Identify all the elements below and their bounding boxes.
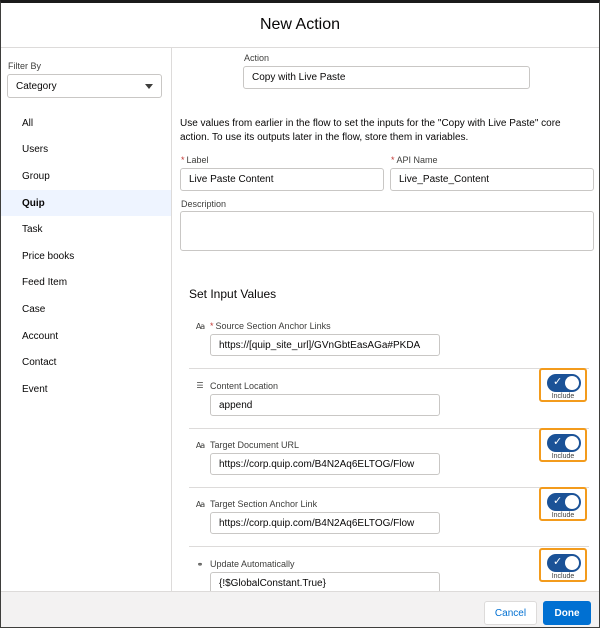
target-document-url-input[interactable]: https://corp.quip.com/B4N2Aq6ELTOG/Flow xyxy=(210,453,440,475)
category-sidebar: Filter By Category All Users Group Quip … xyxy=(1,48,172,591)
content-location-input[interactable]: append xyxy=(210,394,440,416)
api-name-input[interactable]: Live_Paste_Content xyxy=(390,168,594,191)
include-toggle-target-section-anchor-link[interactable]: ✓ Include xyxy=(539,487,587,521)
input-label-target-section-anchor-link: Target Section Anchor Link xyxy=(210,499,318,509)
toggle-knob xyxy=(565,376,579,390)
category-item-quip[interactable]: Quip xyxy=(1,189,171,217)
include-label: Include xyxy=(551,512,575,519)
category-item-case[interactable]: Case xyxy=(1,296,171,323)
action-field[interactable]: Copy with Live Paste xyxy=(243,66,530,89)
checkmark-icon: ✓ xyxy=(553,435,563,448)
action-label: Action xyxy=(244,53,270,63)
update-automatically-input[interactable]: {!$GlobalConstant.True} xyxy=(210,572,440,591)
input-label-source-section-anchor-links: * Source Section Anchor Links xyxy=(210,321,331,331)
category-item-account[interactable]: Account xyxy=(1,323,171,350)
filter-by-label: Filter By xyxy=(8,61,42,71)
done-button[interactable]: Done xyxy=(543,601,591,625)
category-item-group[interactable]: Group xyxy=(1,163,171,190)
required-marker: * xyxy=(181,155,185,165)
include-label: Include xyxy=(551,393,575,400)
include-label: Include xyxy=(551,453,575,460)
filter-select-value: Category xyxy=(16,80,57,92)
text-type-icon: Aa xyxy=(195,499,205,509)
label-input[interactable]: Live Paste Content xyxy=(180,168,384,191)
row-divider xyxy=(189,487,589,488)
toggle-switch[interactable]: ✓ xyxy=(547,434,581,452)
required-marker: * xyxy=(210,321,214,331)
category-item-feed-item[interactable]: Feed Item xyxy=(1,270,171,297)
checkmark-icon: ✓ xyxy=(553,375,563,388)
cancel-button[interactable]: Cancel xyxy=(484,601,537,625)
label-field-label: * Label xyxy=(181,155,209,165)
description-textarea[interactable] xyxy=(180,211,594,251)
api-name-label-text: API Name xyxy=(396,155,438,165)
toggle-switch[interactable]: ✓ xyxy=(547,374,581,392)
boolean-icon: ⚭ xyxy=(196,559,204,569)
toggle-knob xyxy=(565,436,579,450)
toggle-switch[interactable]: ✓ xyxy=(547,554,581,572)
row-divider xyxy=(189,428,589,429)
input-label-update-automatically: Update Automatically xyxy=(210,559,295,569)
include-label: Include xyxy=(551,573,575,580)
category-list: All Users Group Quip Task Price books Fe… xyxy=(1,110,171,403)
include-toggle-update-automatically[interactable]: ✓ Include xyxy=(539,548,587,582)
required-marker: * xyxy=(391,155,395,165)
instructions-text: Use values from earlier in the flow to s… xyxy=(180,118,561,143)
include-toggle-content-location[interactable]: ✓ Include xyxy=(539,368,587,402)
include-toggle-target-document-url[interactable]: ✓ Include xyxy=(539,428,587,462)
category-item-price-books[interactable]: Price books xyxy=(1,243,171,270)
toggle-switch[interactable]: ✓ xyxy=(547,493,581,511)
modal-dialog: New Action Filter By Category All Users … xyxy=(0,0,600,628)
toggle-knob xyxy=(565,495,579,509)
filter-select[interactable]: Category xyxy=(7,74,162,98)
text-type-icon: Aa xyxy=(195,321,205,331)
row-divider xyxy=(189,368,589,369)
source-section-anchor-links-input[interactable]: https://[quip_site_url]/GVnGbtEasAGa#PKD… xyxy=(210,334,440,356)
label-field-label-text: Label xyxy=(186,155,209,165)
input-label-target-document-url: Target Document URL xyxy=(210,440,300,450)
text-type-icon: Aa xyxy=(195,440,205,450)
checkmark-icon: ✓ xyxy=(553,555,563,568)
toggle-knob xyxy=(565,556,579,570)
category-item-all[interactable]: All xyxy=(1,110,171,137)
row-divider xyxy=(189,546,589,547)
api-name-label: * API Name xyxy=(391,155,438,165)
category-item-users[interactable]: Users xyxy=(1,137,171,164)
category-item-event[interactable]: Event xyxy=(1,376,171,403)
target-section-anchor-link-input[interactable]: https://corp.quip.com/B4N2Aq6ELTOG/Flow xyxy=(210,512,440,534)
checkmark-icon: ✓ xyxy=(553,494,563,507)
modal-title: New Action xyxy=(259,16,341,33)
chevron-down-icon xyxy=(145,83,153,89)
category-item-contact[interactable]: Contact xyxy=(1,349,171,376)
modal-header: New Action xyxy=(1,3,599,48)
category-item-task[interactable]: Task xyxy=(1,216,171,243)
input-label-content-location: Content Location xyxy=(210,381,279,391)
modal-footer: Cancel Done xyxy=(1,591,599,627)
action-form: Action Copy with Live Paste Use values f… xyxy=(173,48,599,591)
list-icon: ☰ xyxy=(196,380,204,390)
set-input-values-heading: Set Input Values xyxy=(189,287,277,301)
description-label: Description xyxy=(181,199,227,209)
input-label-text: Source Section Anchor Links xyxy=(215,321,331,331)
